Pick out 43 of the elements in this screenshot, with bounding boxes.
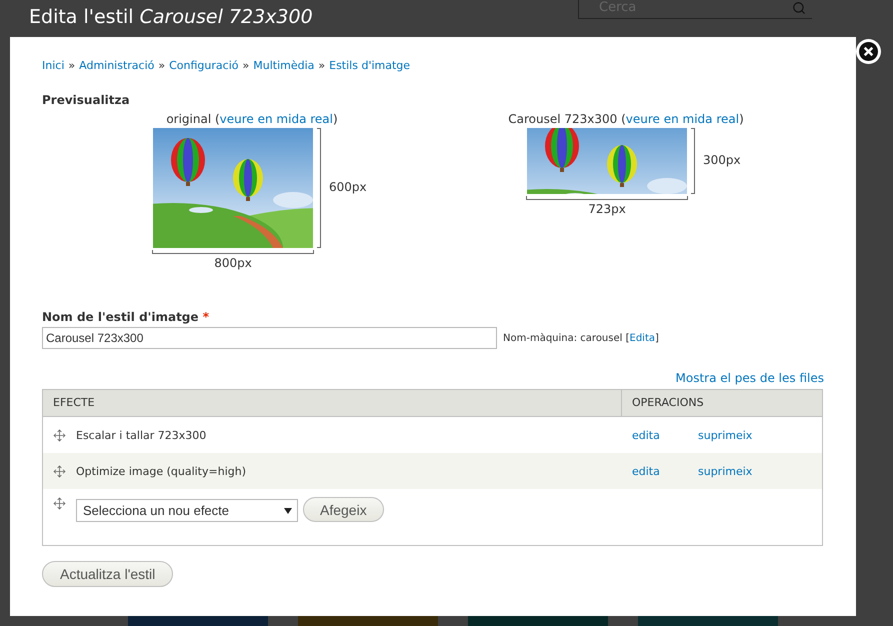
add-button[interactable]: Afegeix: [303, 497, 384, 522]
preview-caption: Carousel 723x300 (veure en mida real): [508, 112, 744, 126]
drag-handle-icon[interactable]: [53, 428, 66, 442]
breadcrumb-separator: »: [68, 59, 76, 72]
machine-name: Nom-màquina: carousel [Edita]: [503, 332, 659, 344]
full-size-link[interactable]: veure en mida real: [626, 112, 740, 126]
close-button[interactable]: [856, 39, 881, 64]
dialog-title: Edita l'estil Carousel 723x300: [29, 6, 313, 28]
row-weights-link[interactable]: Mostra el pes de les files: [676, 371, 824, 385]
name-input[interactable]: Carousel 723x300: [42, 327, 497, 349]
breadcrumb-link[interactable]: Configuració: [169, 59, 238, 72]
width-label: 723px: [588, 202, 626, 216]
breadcrumb-link[interactable]: Multimèdia: [253, 59, 314, 72]
update-button[interactable]: Actualitza l'estil: [42, 561, 174, 587]
breadcrumb-link[interactable]: Administració: [79, 59, 154, 72]
operation-link[interactable]: edita: [632, 429, 660, 442]
breadcrumb-separator: »: [242, 59, 250, 72]
full-size-link[interactable]: veure en mida real: [220, 112, 333, 126]
breadcrumb-link[interactable]: Estils d'imatge: [329, 59, 410, 72]
field-label: Nom de l'estil d'imatge *: [42, 310, 210, 324]
height-label: 300px: [703, 153, 741, 167]
search-icon: [792, 0, 806, 14]
close-icon: [859, 42, 878, 61]
column-header: EFECTE: [43, 390, 622, 416]
breadcrumb-link[interactable]: Inici: [42, 59, 64, 72]
operation-link[interactable]: suprimeix: [698, 465, 752, 478]
preview-heading: Previsualitza: [42, 93, 131, 107]
effect-name: Optimize image (quality=high): [76, 464, 246, 478]
drag-handle-icon[interactable]: [53, 464, 66, 478]
column-header: OPERACIONS: [631, 395, 705, 411]
effect-name: Escalar i tallar 723x300: [76, 428, 206, 442]
breadcrumb-separator: »: [158, 59, 166, 72]
required-mark: *: [202, 310, 209, 324]
effect-select[interactable]: Selecciona un nou efecte: [76, 499, 298, 522]
drag-handle-icon[interactable]: [53, 497, 66, 510]
operation-link[interactable]: suprimeix: [698, 429, 752, 442]
height-label: 600px: [329, 180, 367, 194]
operation-link[interactable]: edita: [632, 465, 660, 478]
breadcrumb-separator: »: [318, 59, 326, 72]
edit-link[interactable]: Edita: [630, 332, 655, 344]
width-label: 800px: [214, 256, 252, 270]
preview-caption: original (veure en mida real): [166, 112, 338, 126]
caret-icon: [284, 508, 292, 514]
